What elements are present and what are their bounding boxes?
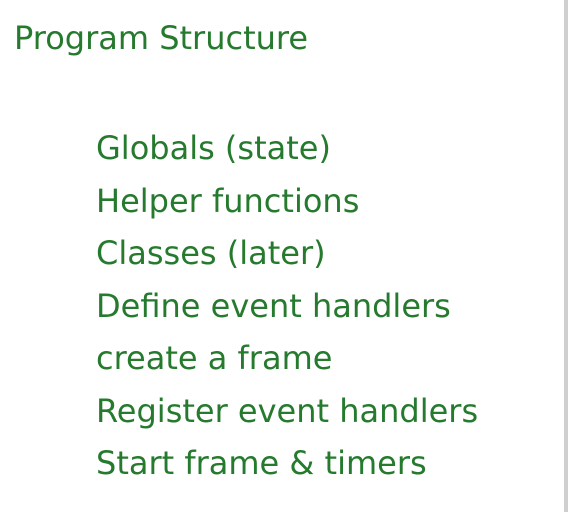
structure-list: Globals (state) Helper functions Classes… (96, 122, 478, 490)
list-item-start-frame: Start frame & timers (96, 444, 427, 482)
list-item-globals: Globals (state) (96, 129, 331, 167)
list-item-create-frame: create a frame (96, 339, 333, 377)
list-item-classes: Classes (later) (96, 234, 326, 272)
list-item-define-handlers: Define event handlers (96, 286, 451, 325)
slide-title: Program Structure (14, 19, 309, 57)
window-edge (564, 0, 568, 512)
list-item-register-handlers: Register event handlers (96, 391, 479, 430)
slide: Program Structure Globals (state) Helper… (0, 0, 568, 512)
list-item-helpers: Helper functions (96, 181, 360, 220)
